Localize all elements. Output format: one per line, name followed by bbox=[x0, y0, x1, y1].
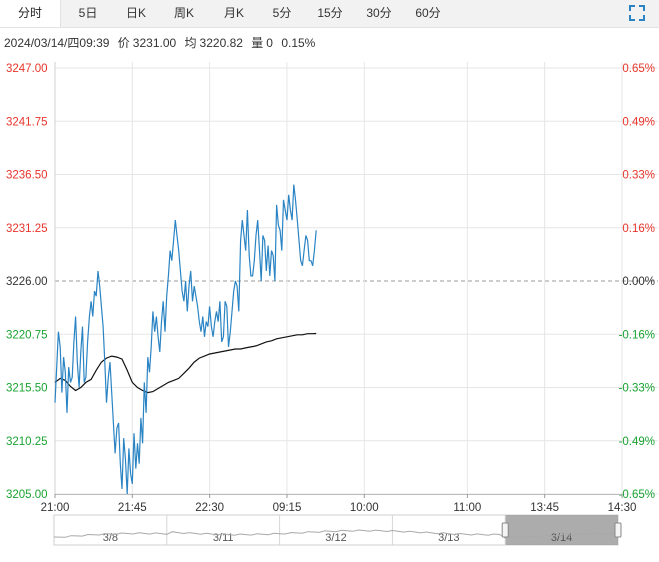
x-tick-label: 21:00 bbox=[41, 502, 70, 514]
time-navigator: 3/8 3/11 3/12 3/13 3/14 bbox=[53, 514, 622, 546]
x-tick-label: 09:15 bbox=[273, 502, 302, 514]
x-tick-label: 14:30 bbox=[608, 502, 637, 514]
navigator-handle[interactable] bbox=[501, 522, 509, 538]
y-tick-right: -0.16% bbox=[619, 329, 655, 341]
x-axis: 21:00 21:45 22:30 09:15 10:00 11:00 13:45 14:30 bbox=[41, 494, 637, 514]
chart-grid bbox=[54, 62, 658, 495]
y-tick-right: -0.49% bbox=[619, 436, 655, 448]
y-tick-left: 3236.50 bbox=[6, 170, 48, 182]
y-tick-left: 3231.25 bbox=[6, 223, 48, 235]
y-tick-left: 3241.75 bbox=[6, 116, 48, 128]
navigator-date-label: 3/12 bbox=[325, 532, 346, 544]
y-axis-labels: 3247.00 0.65% 3241.75 0.49% 3236.50 0.33% 3231… bbox=[6, 63, 655, 501]
x-tick-label: 22:30 bbox=[195, 502, 224, 514]
y-tick-right: 0.65% bbox=[622, 63, 655, 75]
y-tick-right: -0.33% bbox=[619, 383, 655, 395]
y-tick-right: 0.00% bbox=[622, 276, 655, 288]
x-tick-label: 21:45 bbox=[118, 502, 147, 514]
chart-series bbox=[54, 184, 317, 495]
x-tick-label: 13:45 bbox=[530, 502, 559, 514]
y-tick-left: 3205.00 bbox=[6, 489, 48, 501]
y-tick-left: 3210.25 bbox=[6, 436, 48, 448]
y-tick-left: 3215.50 bbox=[6, 383, 48, 395]
y-tick-right: 0.49% bbox=[622, 116, 655, 128]
y-tick-left: 3226.00 bbox=[6, 276, 48, 288]
y-tick-right: 0.33% bbox=[622, 170, 655, 182]
y-tick-left: 3247.00 bbox=[6, 63, 48, 75]
x-tick-label: 11:00 bbox=[453, 502, 481, 514]
y-tick-right: 0.16% bbox=[622, 223, 655, 235]
y-tick-right: -0.65% bbox=[619, 489, 655, 501]
navigator-handle[interactable] bbox=[614, 522, 622, 538]
avg-price-line bbox=[54, 332, 317, 394]
y-tick-left: 3220.75 bbox=[6, 329, 48, 341]
navigator-date-label: 3/14 bbox=[551, 532, 572, 544]
x-tick-label: 10:00 bbox=[350, 502, 379, 514]
intraday-chart: 3247.00 0.65% 3241.75 0.49% 3236.50 0.33% 3231… bbox=[6, 62, 658, 546]
